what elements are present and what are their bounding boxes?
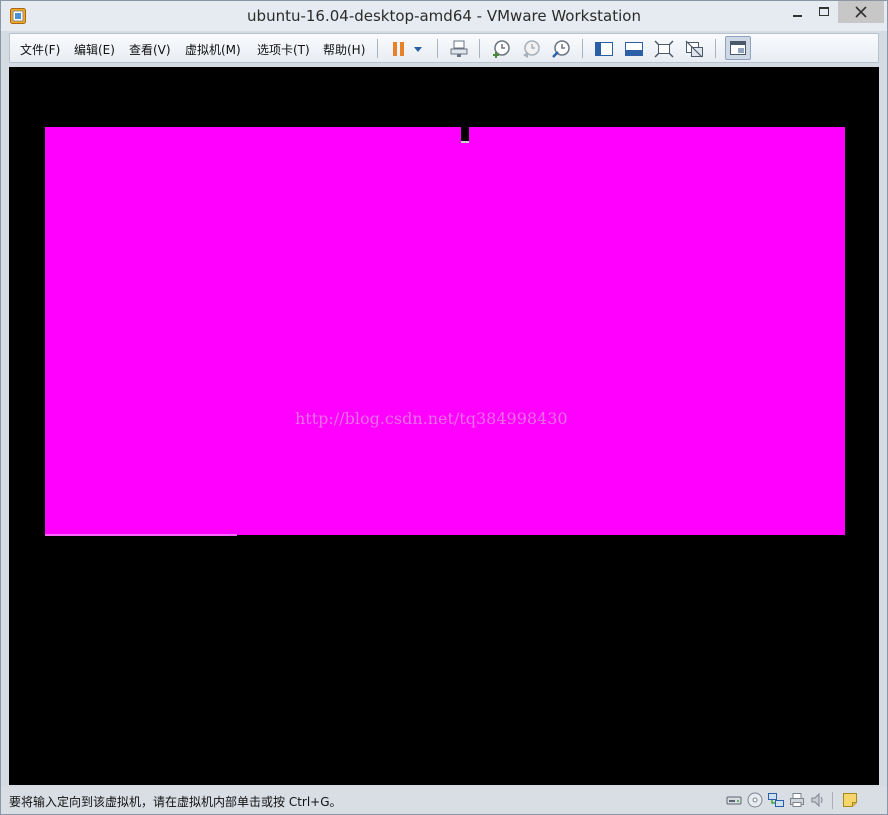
minimize-icon [793,15,802,17]
snapshot-manager-icon[interactable] [550,38,572,60]
toolbar-separator [479,39,480,58]
toolbar-separator [377,39,378,58]
sound-card-icon[interactable] [809,791,827,809]
maximize-icon [819,7,829,16]
title-bar: ubuntu-16.04-desktop-amd64 - VMware Work… [1,1,887,31]
close-icon [855,6,867,18]
menu-vm[interactable]: 虚拟机(M) [185,41,241,58]
console-view-icon [730,41,746,55]
console-view-button[interactable] [725,36,751,60]
dropdown-arrow-icon[interactable] [411,38,425,60]
cd-dvd-icon[interactable] [746,791,764,809]
minimize-button[interactable] [785,1,811,23]
menu-view[interactable]: 查看(V) [129,41,171,58]
maximize-button[interactable] [811,1,837,23]
status-bar: 要将输入定向到该虚拟机，请在虚拟机内部单击或按 Ctrl+G。 [1,787,887,814]
network-adapter-icon[interactable] [767,791,785,809]
send-ctrl-alt-del-icon[interactable] [448,38,470,60]
menu-file[interactable]: 文件(F) [20,41,60,58]
vm-console[interactable]: http://blog.csdn.net/tq384998430 [9,67,879,785]
snapshot-take-icon[interactable] [490,38,512,60]
printer-icon[interactable] [788,791,806,809]
message-log-icon[interactable] [841,791,859,809]
text-cursor [461,127,469,143]
show-thumbnail-bar-icon[interactable] [623,38,645,60]
status-separator [832,792,833,809]
show-sidebar-icon[interactable] [593,38,615,60]
close-button[interactable] [838,1,884,23]
watermark: http://blog.csdn.net/tq384998430 [295,409,568,428]
menu-toolbar: 文件(F) 编辑(E) 查看(V) 虚拟机(M) 选项卡(T) 帮助(H) [9,33,879,63]
toolbar-separator [582,39,583,58]
vmware-window: ubuntu-16.04-desktop-amd64 - VMware Work… [0,0,888,815]
status-message: 要将输入定向到该虚拟机，请在虚拟机内部单击或按 Ctrl+G。 [9,795,342,809]
toolbar-separator [715,39,716,58]
full-screen-icon[interactable] [653,38,675,60]
guest-display[interactable] [45,127,845,535]
guest-display-artifact [45,534,237,536]
window-title: ubuntu-16.04-desktop-amd64 - VMware Work… [247,7,641,25]
unity-icon[interactable] [683,38,705,60]
snapshot-revert-icon[interactable] [520,38,542,60]
pause-icon[interactable] [388,38,410,60]
menu-help[interactable]: 帮助(H) [323,41,365,58]
toolbar-separator [437,39,438,58]
menu-tabs[interactable]: 选项卡(T) [257,41,310,58]
hard-disk-icon[interactable] [725,791,743,809]
menu-edit[interactable]: 编辑(E) [74,41,115,58]
